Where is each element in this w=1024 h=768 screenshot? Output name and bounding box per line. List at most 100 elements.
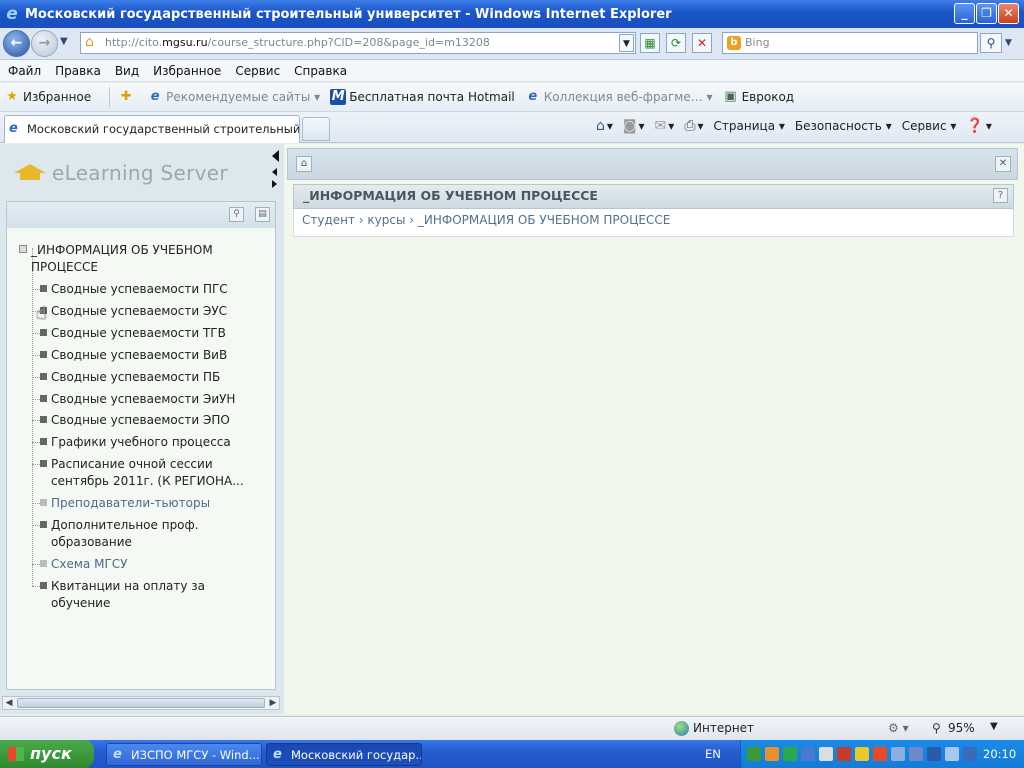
address-dropdown-icon[interactable]: ▼	[619, 34, 634, 52]
tree-item[interactable]: Квитанции на оплату за обучение	[40, 578, 266, 612]
tree-search-icon[interactable]: ⚲	[229, 207, 244, 222]
zoom-level[interactable]: 95%	[948, 721, 975, 735]
tree-item-label: Расписание очной сессии сентябрь 2011г. …	[51, 457, 244, 488]
history-dropdown-icon[interactable]: ▼	[60, 36, 68, 47]
tree-item[interactable]: Сводные успеваемости ТГВ	[40, 325, 266, 342]
fav-hotmail[interactable]: M Бесплатная почта Hotmail	[330, 89, 515, 105]
add-favorite-button[interactable]: ✚	[118, 89, 137, 105]
collapse-node-icon[interactable]	[19, 245, 27, 253]
start-button[interactable]: пуск	[0, 740, 94, 768]
tree-horizontal-scrollbar[interactable]: ◀ ▶	[2, 696, 280, 710]
tray-app-icon[interactable]	[783, 747, 797, 761]
tray-app-icon[interactable]	[855, 747, 869, 761]
menu-file[interactable]: Файл	[8, 64, 41, 78]
tree-item[interactable]: Дополнительное проф. образование	[40, 517, 266, 551]
ie-tab-icon: e	[9, 121, 18, 136]
mail-button[interactable]: ✉ ▾	[655, 118, 675, 134]
favorites-button[interactable]: ★ Избранное	[4, 89, 91, 105]
language-indicator[interactable]: EN	[705, 740, 721, 768]
scroll-thumb[interactable]	[17, 698, 265, 708]
stop-icon[interactable]: ✕	[692, 33, 712, 53]
tray-app-icon[interactable]	[909, 747, 923, 761]
clock[interactable]: 20:10	[983, 740, 1016, 768]
tree-item[interactable]: Сводные успеваемости ПБ	[40, 369, 266, 386]
tree-item[interactable]: Схема МГСУ	[40, 556, 266, 573]
tree-item[interactable]: Сводные успеваемости ЭиУН	[40, 391, 266, 408]
tray-app-icon[interactable]	[837, 747, 851, 761]
tab-title: Московский государственный строительный …	[27, 122, 300, 136]
tray-app-icon[interactable]	[891, 747, 905, 761]
tab-active[interactable]: e Московский государственный строительны…	[4, 115, 300, 143]
address-input[interactable]: ⌂ http://cito.mgsu.ru/course_structure.p…	[80, 32, 636, 54]
fav-eurocode[interactable]: ▣ Еврокод	[723, 89, 794, 105]
tree-item[interactable]: Расписание очной сессии сентябрь 2011г. …	[40, 456, 266, 490]
close-button[interactable]: ✕	[998, 3, 1019, 24]
menu-view[interactable]: Вид	[115, 64, 139, 78]
add-star-icon: ✚	[120, 89, 132, 104]
tray-app-icon[interactable]	[927, 747, 941, 761]
volume-icon[interactable]	[873, 747, 887, 761]
tree-item[interactable]: Сводные успеваемости ЭУС	[40, 303, 266, 320]
tray-app-icon[interactable]	[765, 747, 779, 761]
breadcrumb[interactable]: Студент › курсы › _ИНФОРМАЦИЯ ОБ УЧЕБНОМ…	[302, 212, 670, 228]
new-tab-button[interactable]	[302, 117, 330, 141]
graduation-hat-icon	[12, 162, 46, 184]
print-button[interactable]: ⎙ ▾	[684, 118, 703, 134]
refresh-icon[interactable]: ⟳	[666, 33, 686, 53]
back-button[interactable]: ←	[3, 30, 30, 57]
course-tree: ⚲ ▤ _ИНФОРМАЦИЯ ОБ УЧЕБНОМ ПРОЦЕССЕ Свод…	[6, 201, 276, 690]
globe-icon	[674, 721, 689, 736]
home-button[interactable]: ⌂ ▾	[596, 118, 613, 134]
content-home-icon[interactable]: ⌂	[296, 156, 312, 172]
help-button[interactable]: ❓ ▾	[966, 118, 991, 134]
safety-menu[interactable]: Безопасность ▾	[795, 119, 892, 133]
compatibility-view-icon[interactable]: ▦	[640, 33, 660, 53]
tree-item[interactable]: Сводные успеваемости ПГС	[40, 281, 266, 298]
search-input[interactable]: b Bing	[722, 32, 978, 54]
menu-edit[interactable]: Правка	[55, 64, 101, 78]
ie-task-icon: e	[273, 747, 282, 762]
tray-app-icon[interactable]	[747, 747, 761, 761]
menu-tools[interactable]: Сервис	[235, 64, 280, 78]
tree-root-node[interactable]: _ИНФОРМАЦИЯ ОБ УЧЕБНОМ ПРОЦЕССЕ	[19, 242, 231, 276]
scroll-left-icon[interactable]: ◀	[3, 697, 15, 709]
forward-button[interactable]: →	[31, 30, 58, 57]
menu-favorites[interactable]: Избранное	[153, 64, 221, 78]
leaf-bullet-icon	[40, 521, 47, 528]
taskbar-item[interactable]: e ИЗСПО МГСУ - Wind...	[106, 743, 262, 766]
collapse-panel-icon[interactable]	[272, 150, 279, 162]
tree-item[interactable]: Сводные успеваемости ЭПО	[40, 412, 266, 429]
tools-menu[interactable]: Сервис ▾	[902, 119, 957, 133]
content-close-icon[interactable]: ✕	[995, 156, 1011, 172]
url-path: /course_structure.php?CID=208&page_id=m1…	[207, 36, 490, 49]
menu-help[interactable]: Справка	[294, 64, 347, 78]
tree-item[interactable]: Графики учебного процесса	[40, 434, 266, 451]
content-help-icon[interactable]: ?	[993, 188, 1008, 203]
logo-text: eLearning Server	[52, 161, 228, 185]
tray-app-icon[interactable]	[801, 747, 815, 761]
page-menu[interactable]: Страница ▾	[714, 119, 785, 133]
expand-panel-icon[interactable]	[272, 180, 277, 188]
fav-web-slices[interactable]: e Коллекция веб-фрагме… ▾	[525, 89, 712, 105]
shrink-panel-icon[interactable]	[272, 168, 277, 176]
fav-suggested-sites[interactable]: e Рекомендуемые сайты ▾	[147, 89, 320, 105]
ie-icon: e	[528, 89, 538, 104]
feeds-button[interactable]: ◙ ▾	[623, 118, 645, 134]
tree-item[interactable]: Преподаватели-тьюторы	[40, 495, 266, 512]
search-options-icon[interactable]: ▼	[1005, 38, 1012, 48]
maximize-button[interactable]: ❐	[976, 3, 997, 24]
scroll-right-icon[interactable]: ▶	[267, 697, 279, 709]
minimize-button[interactable]: _	[954, 3, 975, 24]
search-icon[interactable]: ⚲	[980, 33, 1002, 53]
tray-app-icon[interactable]	[819, 747, 833, 761]
tray-app-icon[interactable]	[963, 747, 977, 761]
network-icon[interactable]	[945, 747, 959, 761]
tree-item[interactable]: Сводные успеваемости ВиВ	[40, 347, 266, 364]
taskbar-item-active[interactable]: e Московский государ...	[266, 743, 422, 766]
leaf-bullet-icon	[40, 329, 47, 336]
star-icon: ★	[6, 89, 18, 104]
zoom-dropdown-icon[interactable]: ▼	[990, 721, 998, 732]
computer-icon: ▣	[724, 89, 737, 104]
protected-mode-icon[interactable]: ⚙ ▾	[888, 721, 909, 735]
tree-window-icon[interactable]: ▤	[255, 207, 270, 222]
